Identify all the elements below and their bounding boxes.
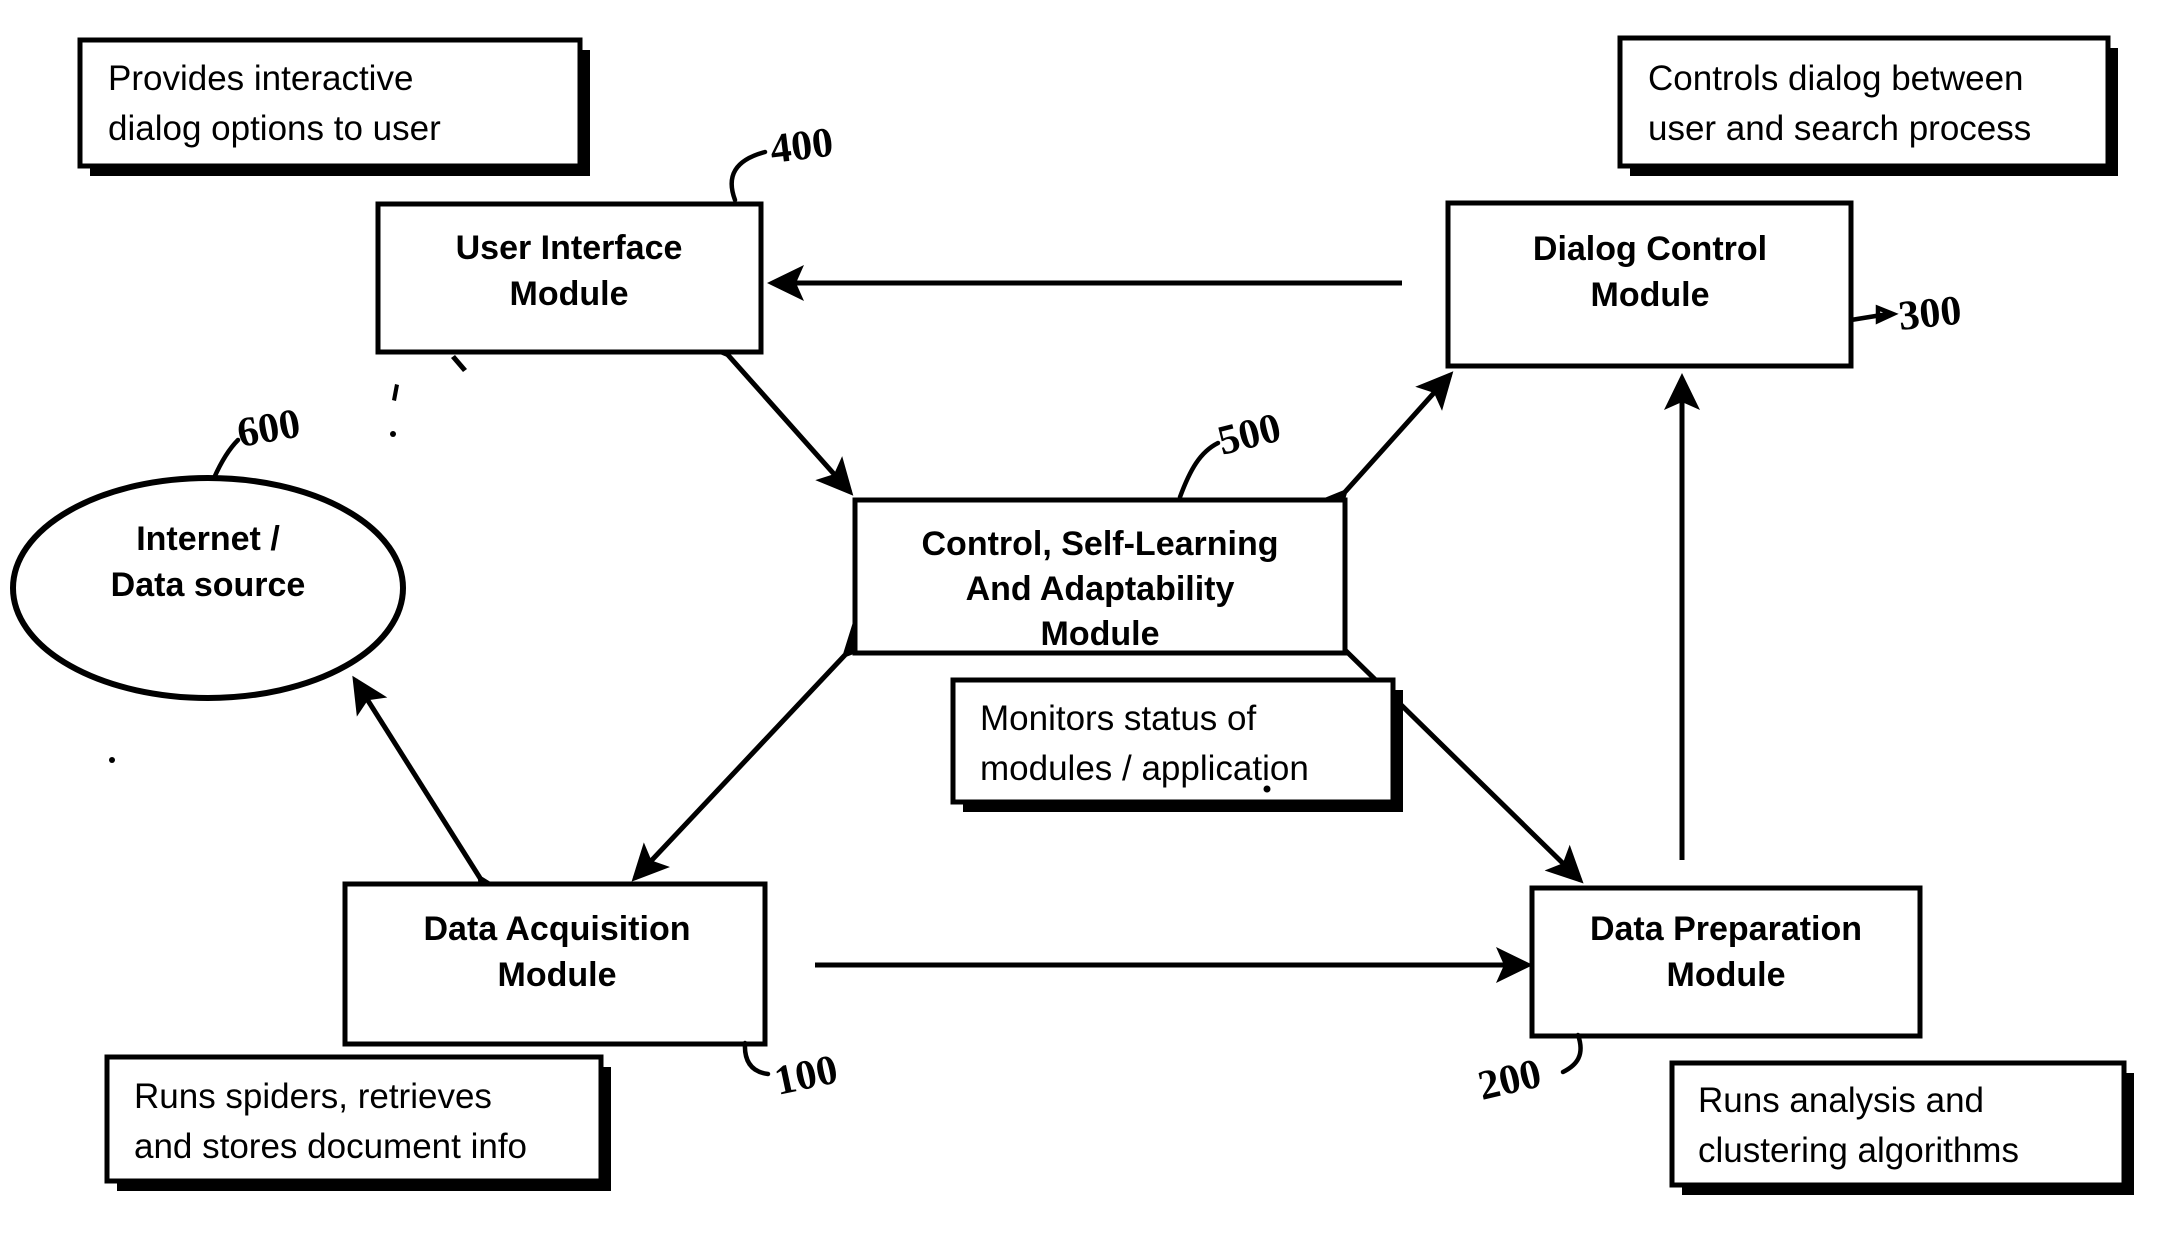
reference-numeral-600: 600 xyxy=(211,401,304,481)
note-control-module: Monitors status of modules / application xyxy=(950,677,1403,812)
node-data-preparation-label-line2: Module xyxy=(1667,956,1786,994)
node-data-acquisition-module[interactable]: Data Acquisition Module xyxy=(342,881,768,1047)
node-data-preparation-module[interactable]: Data Preparation Module xyxy=(1529,885,1923,1039)
note-dialog-control-line2: user and search process xyxy=(1648,109,2031,148)
architecture-diagram: User Interface Module Dialog Control Mod… xyxy=(10,35,2134,1195)
reference-numeral-600-text: 600 xyxy=(234,401,304,457)
note-control-module-line2: modules / application xyxy=(980,749,1309,788)
note-control-module-line1: Monitors status of xyxy=(980,699,1256,738)
node-data-acquisition-label-line1: Data Acquisition xyxy=(424,910,691,948)
node-dialog-control-label-line1: Dialog Control xyxy=(1533,230,1767,268)
connector-control-to-acquisition xyxy=(631,619,881,882)
note-user-interface: Provides interactive dialog options to u… xyxy=(77,37,590,176)
note-user-interface-line2: dialog options to user xyxy=(108,109,441,148)
connector-ui-to-control xyxy=(693,319,854,496)
note-dialog-control-line1: Controls dialog between xyxy=(1648,59,2024,98)
note-dialog-control: Controls dialog between user and search … xyxy=(1617,35,2118,176)
reference-numeral-300: 300 xyxy=(1848,288,1964,340)
reference-numeral-200-text: 200 xyxy=(1474,1051,1546,1110)
node-dialog-control-module[interactable]: Dialog Control Module xyxy=(1445,200,1854,369)
reference-numeral-300-text: 300 xyxy=(1896,288,1963,340)
note-control-module-speck xyxy=(1263,785,1271,793)
node-user-interface-module[interactable]: User Interface Module xyxy=(375,201,764,355)
node-dialog-control-label-line2: Module xyxy=(1591,276,1710,314)
diagram-canvas: User Interface Module Dialog Control Mod… xyxy=(0,0,2175,1245)
node-control-label-line1: Control, Self-Learning xyxy=(922,525,1279,563)
node-control-label-line3: Module xyxy=(1041,615,1160,653)
reference-numeral-100: 100 xyxy=(742,1040,842,1105)
reference-numeral-100-text: 100 xyxy=(771,1047,842,1105)
node-data-acquisition-label-line2: Module xyxy=(498,956,617,994)
note-data-preparation-line1: Runs analysis and xyxy=(1698,1081,1984,1120)
reference-numeral-400-text: 400 xyxy=(768,120,836,173)
reference-numeral-500: 500 xyxy=(1177,405,1286,500)
note-data-acquisition: Runs spiders, retrieves and stores docum… xyxy=(104,1054,611,1191)
connector-acquisition-to-internet xyxy=(352,675,513,915)
node-internet-label-line1: Internet / xyxy=(136,520,280,558)
node-user-interface-label-line2: Module xyxy=(510,275,629,313)
note-data-preparation-line2: clustering algorithms xyxy=(1698,1131,2019,1170)
node-control-self-learning-module[interactable]: Control, Self-Learning And Adaptability … xyxy=(852,497,1348,656)
note-data-acquisition-line1: Runs spiders, retrieves xyxy=(134,1077,492,1116)
connector-control-to-dialog xyxy=(1310,371,1454,528)
node-internet-data-source[interactable]: Internet / Data source xyxy=(10,475,406,701)
note-data-preparation: Runs analysis and clustering algorithms xyxy=(1669,1060,2134,1195)
node-user-interface-label-line1: User Interface xyxy=(456,229,683,267)
note-user-interface-line1: Provides interactive xyxy=(108,59,413,98)
reference-numeral-200: 200 xyxy=(1474,1032,1583,1110)
note-data-acquisition-line2: and stores document info xyxy=(134,1127,527,1166)
node-control-label-line2: And Adaptability xyxy=(966,570,1235,608)
node-internet-label-line2: Data source xyxy=(111,566,306,604)
reference-numeral-500-text: 500 xyxy=(1213,405,1285,465)
reference-numeral-400: 400 xyxy=(729,120,836,203)
node-data-preparation-label-line1: Data Preparation xyxy=(1590,910,1862,948)
